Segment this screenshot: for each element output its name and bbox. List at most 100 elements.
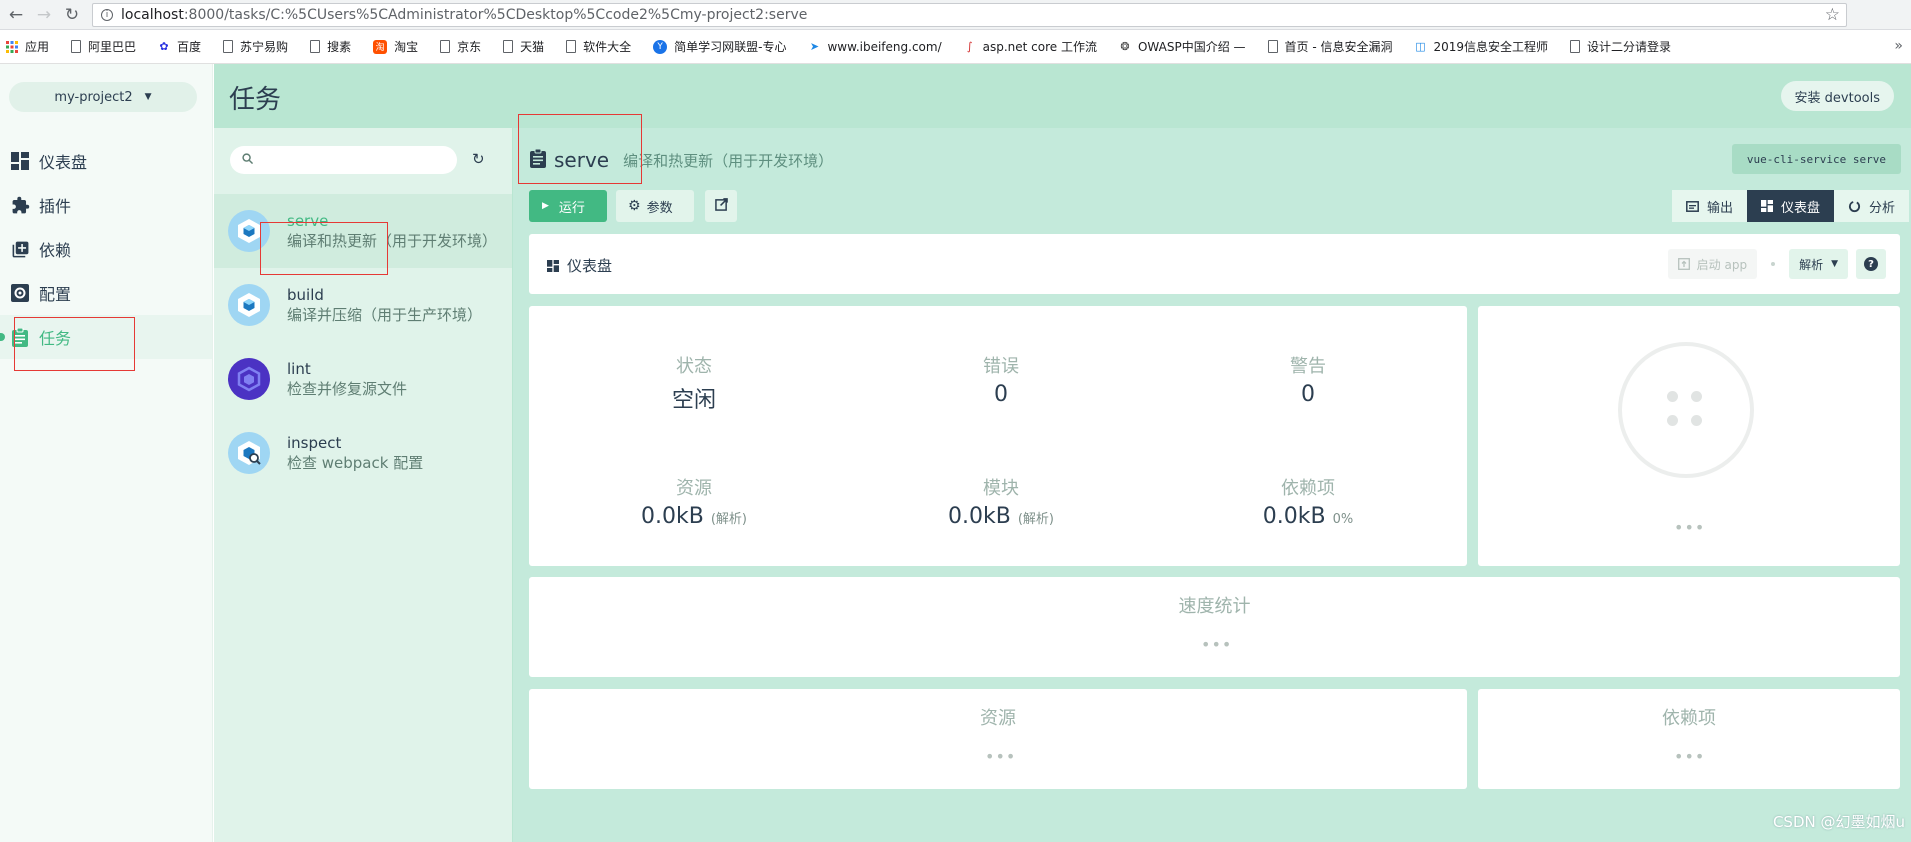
- watermark: CSDN @幻墨如烟u: [1772, 813, 1905, 831]
- progress-panel: •••: [1478, 306, 1900, 566]
- stat-value: 空闲: [671, 388, 716, 413]
- bookmark-login[interactable]: 设计二分请登录: [1570, 38, 1671, 55]
- tab-label: 分析: [1868, 200, 1895, 216]
- back-arrow-icon[interactable]: ←: [4, 3, 28, 27]
- loading-ellipsis: •••: [1201, 635, 1233, 654]
- browser-toolbar: ← → ↻ i localhost:8000/tasks/C:%5CUsers%…: [0, 0, 1911, 30]
- sidebar-item-dependencies[interactable]: 依赖: [0, 227, 212, 271]
- address-bar[interactable]: i localhost:8000/tasks/C:%5CUsers%5CAdmi…: [92, 3, 1847, 27]
- sidebar-item-config[interactable]: 配置: [0, 271, 212, 315]
- panel-title: 资源: [980, 708, 1016, 729]
- task-detail: serve 编译和热更新（用于开发环境） vue-cli-service ser…: [513, 114, 1911, 842]
- page-icon: [1267, 40, 1278, 53]
- help-button[interactable]: ?: [1856, 249, 1886, 279]
- sidebar-item-label: 配置: [39, 285, 72, 304]
- vue-ui-app: my-project2 ▼ 仪表盘 插件 依赖 配置 任务 任务 安装 devt…: [0, 64, 1911, 842]
- dashboard-header: 仪表盘 启动 app 解析 ▼ ?: [529, 234, 1900, 294]
- open-external-button[interactable]: [705, 190, 737, 222]
- taobao-icon: 淘: [373, 39, 388, 54]
- settings-icon: [10, 283, 30, 303]
- params-button[interactable]: ⚙ 参数: [616, 190, 694, 222]
- stat-value: 0: [994, 382, 1008, 407]
- task-description: 编译并压缩（用于生产环境）: [287, 306, 483, 324]
- gear-icon: ⚙: [628, 198, 641, 214]
- task-name: serve: [287, 212, 329, 230]
- bookmark-security-exam[interactable]: ◫ 2019信息安全工程师: [1415, 38, 1548, 55]
- task-item-inspect[interactable]: inspect 检查 webpack 配置: [214, 416, 512, 490]
- reload-icon[interactable]: ↻: [60, 3, 84, 27]
- search-icon: [242, 152, 254, 168]
- bookmark-star-icon[interactable]: ☆: [1825, 5, 1840, 25]
- task-item-build[interactable]: build 编译并压缩（用于生产环境）: [214, 268, 512, 342]
- install-devtools-button[interactable]: 安装 devtools: [1780, 81, 1894, 111]
- info-icon[interactable]: i: [101, 9, 113, 21]
- stat-label: 状态: [676, 356, 712, 377]
- bookmark-apps[interactable]: 应用: [6, 38, 49, 55]
- bookmark-alibaba[interactable]: 阿里巴巴: [71, 38, 136, 55]
- sidebar-item-label: 依赖: [39, 241, 72, 260]
- tab-analyzer[interactable]: 分析: [1833, 190, 1909, 222]
- loading-ellipsis: •••: [1674, 747, 1706, 766]
- stat-label: 模块: [983, 478, 1019, 499]
- start-app-label: 启动 app: [1696, 257, 1748, 272]
- tab-dashboard[interactable]: 仪表盘: [1746, 190, 1834, 222]
- bookmark-search[interactable]: 搜素: [310, 38, 351, 55]
- tv-icon: ◫: [1415, 40, 1426, 53]
- task-description: 检查 webpack 配置: [287, 454, 424, 472]
- analyze-mode-select[interactable]: 解析 ▼: [1789, 249, 1848, 279]
- dashboard-title: 仪表盘: [547, 255, 612, 276]
- stat-note: (解析): [1017, 512, 1054, 527]
- open-in-browser-icon: [1677, 258, 1690, 270]
- page-icon: [1570, 40, 1581, 53]
- bookmarks-overflow-icon[interactable]: »: [1894, 38, 1903, 54]
- bookmark-suning[interactable]: 苏宁易购: [223, 38, 288, 55]
- search-box[interactable]: [230, 146, 457, 174]
- start-app-button[interactable]: 启动 app: [1667, 249, 1758, 279]
- dependencies-panel: 依赖项 •••: [1478, 689, 1900, 789]
- task-description: 编译和热更新（用于开发环境）: [287, 232, 498, 250]
- open-in-new-icon: [714, 197, 728, 215]
- page-title: 任务: [229, 85, 282, 115]
- bookmark-jd[interactable]: 京东: [440, 38, 481, 55]
- sidebar-item-dashboard[interactable]: 仪表盘: [0, 139, 212, 183]
- bookmark-baidu[interactable]: ✿ 百度: [158, 38, 201, 55]
- task-item-serve[interactable]: serve 编译和热更新（用于开发环境）: [214, 194, 512, 268]
- bookmark-owasp[interactable]: ❂ OWASP中国介绍 —: [1119, 38, 1245, 55]
- run-label: 运行: [558, 200, 585, 216]
- task-name: inspect: [287, 434, 342, 452]
- bookmark-ibeifeng[interactable]: ➤ www.ibeifeng.com/: [808, 40, 942, 54]
- sidebar-nav: 仪表盘 插件 依赖 配置 任务: [0, 139, 212, 359]
- forward-arrow-icon[interactable]: →: [32, 3, 56, 27]
- page-icon: [503, 40, 514, 53]
- task-item-lint[interactable]: lint 检查并修复源文件: [214, 342, 512, 416]
- play-icon: ▶: [542, 201, 549, 211]
- sidebar-item-plugins[interactable]: 插件: [0, 183, 212, 227]
- page-icon: [223, 40, 234, 53]
- stat-dependencies: 依赖项 0.0kB 0%: [1158, 474, 1458, 529]
- search-input[interactable]: [261, 152, 451, 168]
- run-button[interactable]: ▶ 运行: [529, 190, 607, 222]
- sidebar-item-label: 插件: [39, 197, 72, 216]
- sidebar: my-project2 ▼ 仪表盘 插件 依赖 配置 任务: [0, 64, 213, 842]
- bookmark-taobao[interactable]: 淘淘宝: [373, 38, 418, 55]
- stat-value: 0.0kB (解析): [948, 504, 1054, 529]
- apps-grid-icon: [6, 40, 18, 54]
- dashboard-title-label: 仪表盘: [567, 257, 613, 275]
- task-name: lint: [287, 360, 311, 378]
- refresh-icon[interactable]: ↻: [472, 150, 485, 168]
- analyze-mode-value: 解析: [1799, 257, 1824, 272]
- webpack-cube-icon: [228, 284, 270, 326]
- sidebar-item-label: 仪表盘: [39, 153, 88, 172]
- bookmark-vuln[interactable]: 首页 - 信息安全漏洞: [1267, 38, 1393, 55]
- project-selector[interactable]: my-project2 ▼: [9, 82, 197, 112]
- bookmark-aspnet[interactable]: ∫ asp.net core 工作流: [964, 38, 1097, 55]
- bookmark-software[interactable]: 软件大全: [566, 38, 631, 55]
- sidebar-item-tasks[interactable]: 任务: [0, 315, 212, 359]
- bookmark-tmall[interactable]: 天猫: [503, 38, 544, 55]
- page-icon: [440, 40, 451, 53]
- dashboard-icon: [1760, 200, 1773, 212]
- bookmark-study[interactable]: Y 简单学习网联盟-专心: [653, 38, 786, 55]
- tab-label: 输出: [1706, 200, 1733, 216]
- owasp-icon: ❂: [1120, 40, 1130, 53]
- tab-output[interactable]: 输出: [1671, 190, 1747, 222]
